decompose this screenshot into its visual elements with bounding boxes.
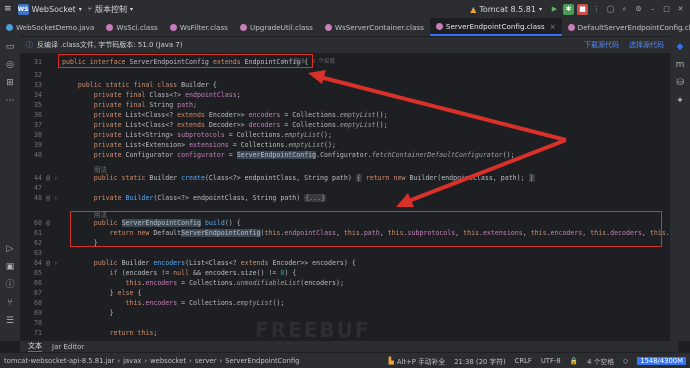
annotation-arrows bbox=[308, 70, 567, 207]
arrow-to-build bbox=[405, 138, 567, 204]
arrow-to-interface bbox=[315, 74, 567, 142]
arrow-head-interface bbox=[308, 70, 326, 84]
